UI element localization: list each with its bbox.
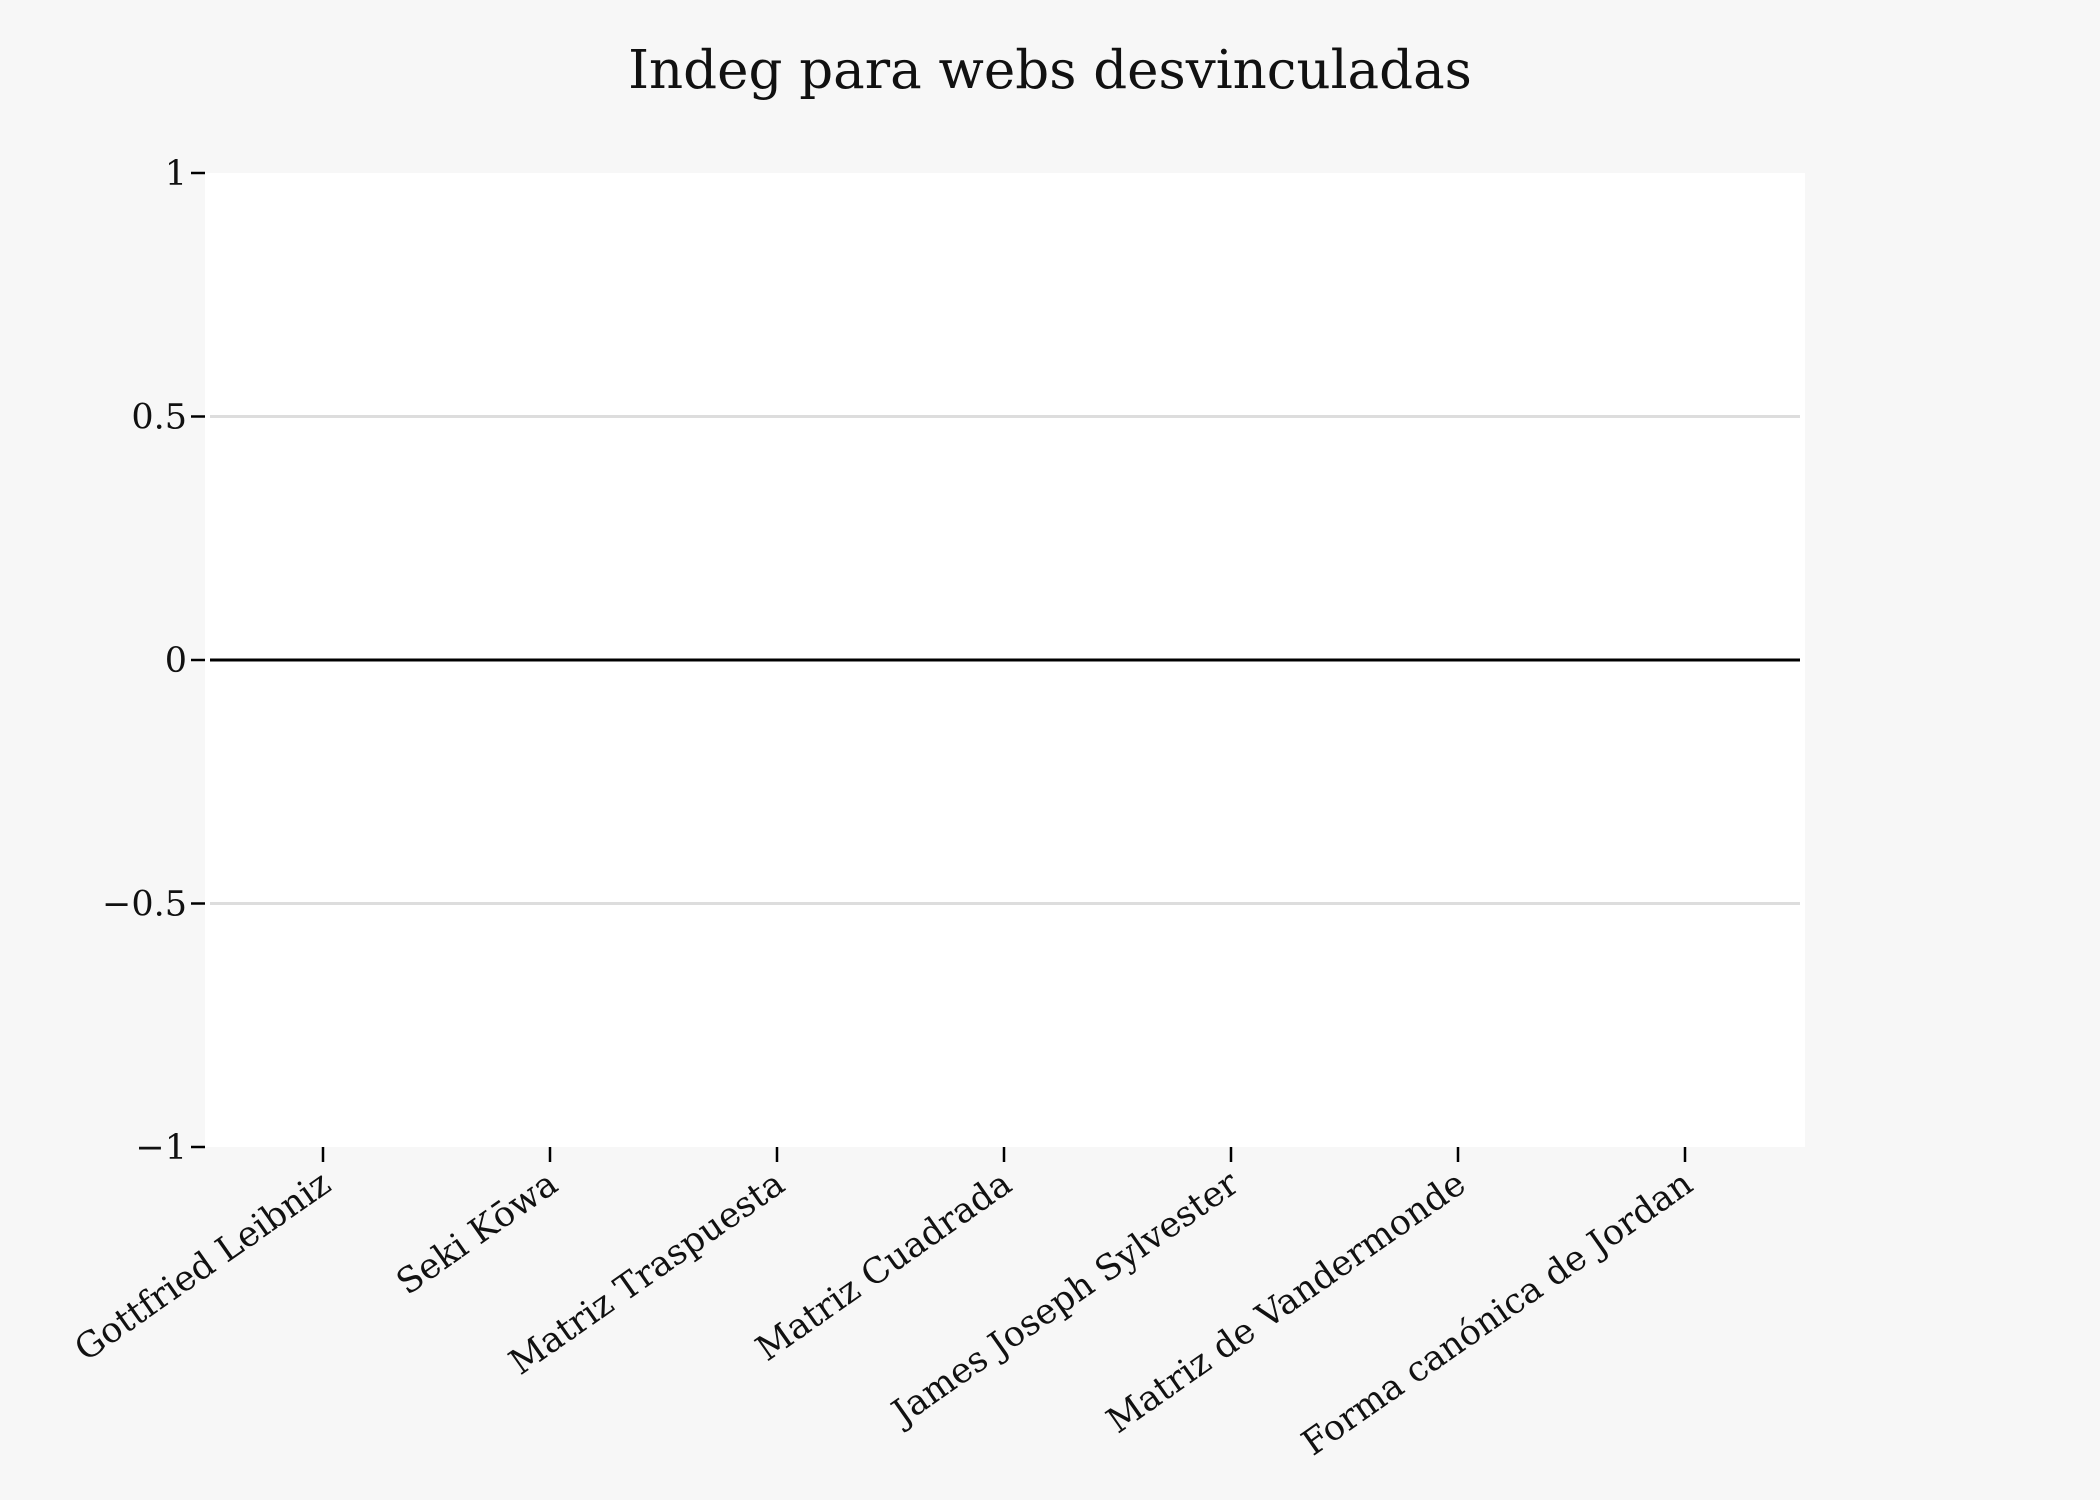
x-tick-label: Matriz de Vandermonde	[1100, 1164, 1473, 1442]
x-tick-label: Seki Kōwa	[390, 1164, 566, 1304]
x-tick-label: Gottfried Leibniz	[68, 1164, 338, 1370]
chart-canvas: −1 −0.5 0 0.5 1 Gottfried Leibniz Seki Kōwa Ma…	[68, 40, 1805, 1464]
y-tick-label: 0	[165, 641, 187, 681]
y-tick-label: 0.5	[131, 398, 187, 438]
chart-title: Indeg para webs desvinculadas	[628, 40, 1472, 101]
x-axis: Gottfried Leibniz Seki KōwaMatriz Traspue…	[68, 1147, 1700, 1464]
chart: −1 −0.5 0 0.5 1 Gottfried Leibniz Seki Kōwa Ma…	[0, 0, 2100, 1500]
y-tick-label: −1	[135, 1128, 187, 1168]
y-tick-label: 1	[165, 154, 187, 194]
x-tick-label: Forma canónica de Jordan	[1295, 1164, 1700, 1464]
y-axis: −1 −0.5 0 0.5 1	[102, 154, 205, 1168]
y-tick-label: −0.5	[102, 885, 187, 925]
